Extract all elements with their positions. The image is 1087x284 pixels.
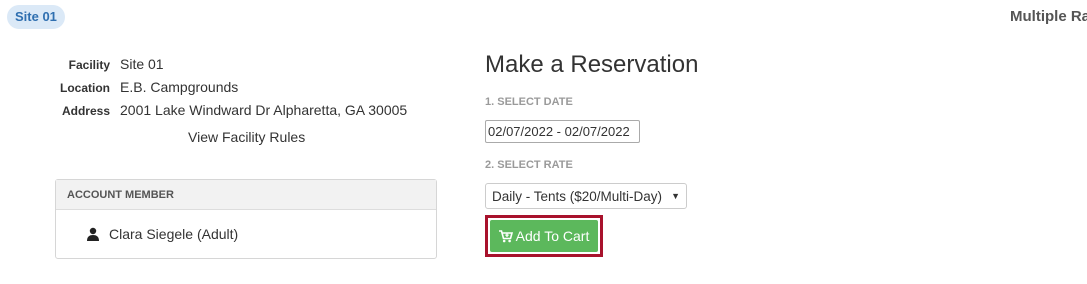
location-value: E.B. Campgrounds [120, 79, 239, 95]
rate-select[interactable]: Daily - Tents ($20/Multi-Day) ▼ [485, 183, 687, 209]
view-facility-rules-link[interactable]: View Facility Rules [188, 129, 440, 145]
site-badge: Site 01 [7, 5, 65, 29]
cart-icon [498, 229, 513, 242]
date-range-input[interactable] [485, 120, 640, 143]
select-rate-label: 2. SELECT RATE [485, 159, 573, 171]
add-to-cart-label: Add To Cart [515, 228, 590, 244]
address-row: Address 2001 Lake Windward Dr Alpharetta… [60, 102, 440, 125]
facility-details: Facility Site 01 Location E.B. Campgroun… [60, 56, 440, 145]
multiple-rates-heading: Multiple Rat [1010, 8, 1087, 25]
location-row: Location E.B. Campgrounds [60, 79, 440, 102]
facility-row: Facility Site 01 [60, 56, 440, 79]
address-label: Address [61, 104, 110, 118]
add-to-cart-button[interactable]: Add To Cart [490, 220, 598, 252]
person-icon [87, 227, 99, 241]
facility-value: Site 01 [120, 56, 164, 72]
facility-label: Facility [68, 58, 110, 72]
account-member-panel: ACCOUNT MEMBER Clara Siegele (Adult) [55, 179, 437, 259]
select-date-label: 1. SELECT DATE [485, 96, 573, 108]
reservation-page: Site 01 Multiple Rat Facility Site 01 Lo… [0, 0, 1087, 284]
account-member-row: Clara Siegele (Adult) [56, 210, 436, 258]
caret-down-icon: ▼ [671, 191, 680, 201]
account-member-header: ACCOUNT MEMBER [56, 180, 436, 210]
add-to-cart-highlight: Add To Cart [485, 215, 603, 257]
reservation-form: Make a Reservation 1. SELECT DATE 2. SEL… [485, 50, 698, 257]
location-label: Location [60, 81, 110, 95]
member-name: Clara Siegele (Adult) [109, 226, 239, 242]
address-value: 2001 Lake Windward Dr Alpharetta, GA 300… [120, 102, 408, 118]
rate-selected-value: Daily - Tents ($20/Multi-Day) [492, 188, 663, 204]
reservation-title: Make a Reservation [485, 51, 699, 78]
